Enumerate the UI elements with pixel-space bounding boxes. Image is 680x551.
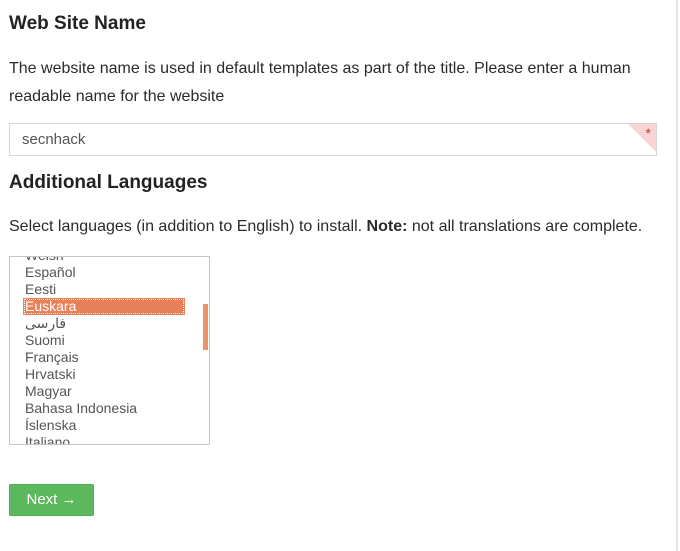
site-name-description: The website name is used in default temp… bbox=[9, 60, 631, 105]
language-option[interactable]: Italiano bbox=[10, 434, 172, 444]
required-corner-marker bbox=[628, 124, 656, 152]
site-name-field[interactable]: * bbox=[9, 123, 657, 156]
languages-heading: Additional Languages bbox=[9, 172, 208, 193]
next-button[interactable]: Next → bbox=[9, 484, 94, 516]
arrow-right-icon: → bbox=[61, 491, 77, 508]
language-option[interactable]: Íslenska bbox=[10, 417, 172, 434]
languages-note-text: not all translations are complete. bbox=[407, 218, 643, 235]
languages-description-text: Select languages (in addition to English… bbox=[9, 218, 367, 235]
language-option[interactable]: Euskara bbox=[23, 298, 185, 315]
language-option[interactable]: Suomi bbox=[10, 332, 172, 349]
site-name-input[interactable] bbox=[10, 124, 656, 155]
language-list-scrollbar[interactable] bbox=[203, 304, 208, 350]
language-option[interactable]: Hrvatski bbox=[10, 366, 172, 383]
site-name-heading: Web Site Name bbox=[9, 13, 146, 34]
language-option[interactable]: Eesti bbox=[10, 281, 172, 298]
install-step-page: Web Site Name The website name is used i… bbox=[0, 0, 680, 551]
language-option[interactable]: Français bbox=[10, 349, 172, 366]
language-option[interactable]: Welsh bbox=[10, 257, 172, 264]
next-button-label: Next bbox=[26, 491, 58, 508]
language-option[interactable]: Magyar bbox=[10, 383, 172, 400]
languages-note-label: Note: bbox=[366, 218, 408, 235]
language-options: WelshEspañolEestiEuskaraفارسیSuomiFrança… bbox=[10, 257, 209, 444]
required-asterisk-icon: * bbox=[645, 125, 651, 141]
language-multiselect[interactable]: WelshEspañolEestiEuskaraفارسیSuomiFrança… bbox=[9, 256, 210, 445]
language-option[interactable]: Español bbox=[10, 264, 172, 281]
language-option[interactable]: Bahasa Indonesia bbox=[10, 400, 172, 417]
content-right-border bbox=[676, 0, 678, 551]
language-option[interactable]: فارسی bbox=[10, 315, 172, 332]
languages-description: Select languages (in addition to English… bbox=[9, 213, 669, 241]
